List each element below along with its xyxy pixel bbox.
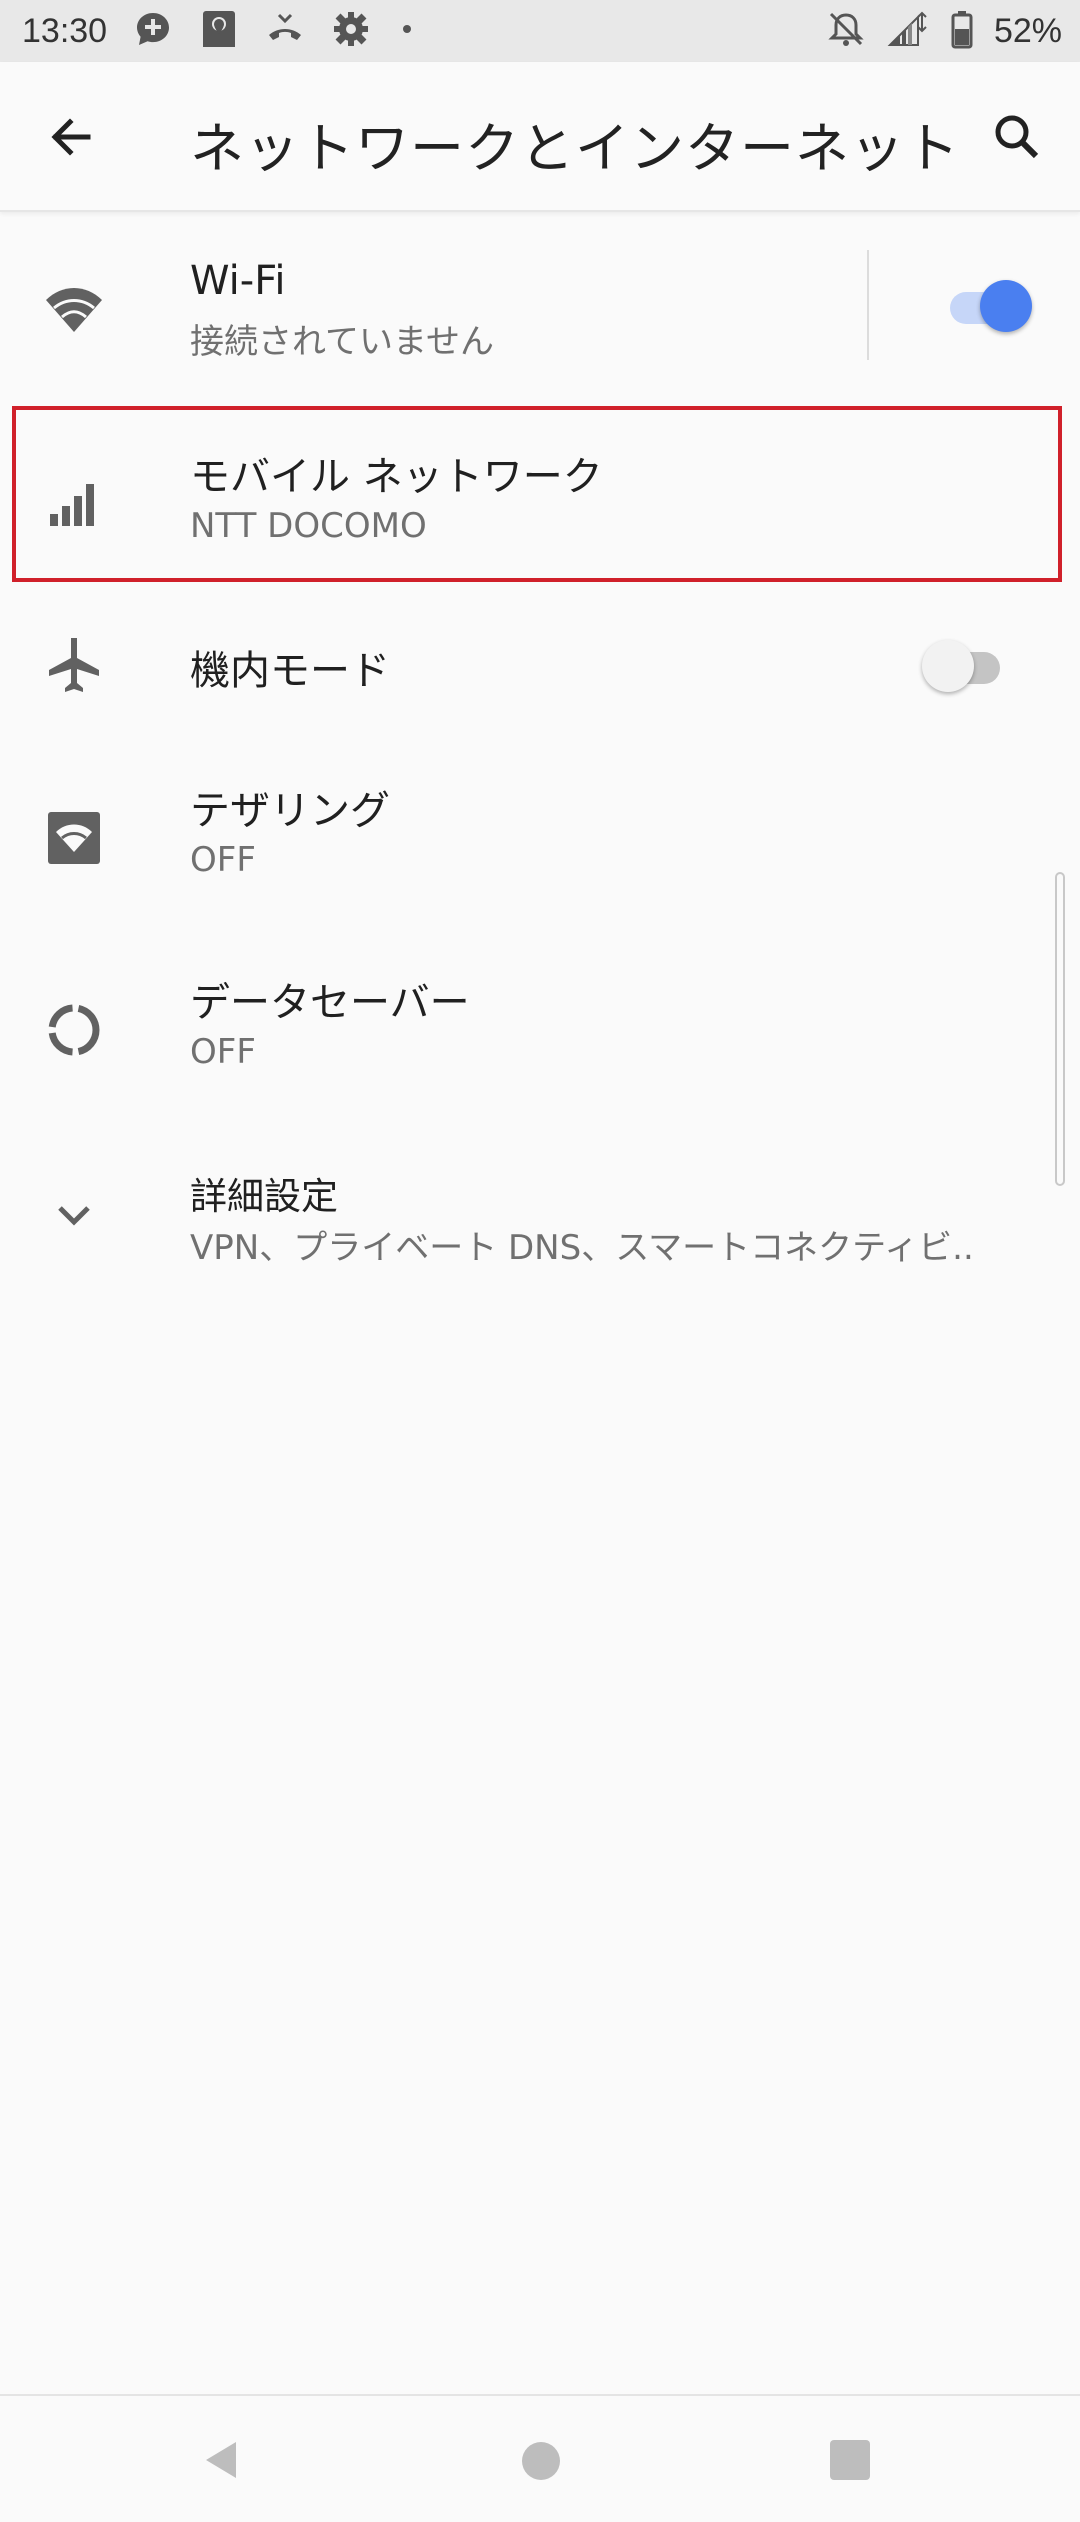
hotspot-icon	[42, 806, 106, 870]
airplane-mode-title: 機内モード	[190, 648, 390, 694]
status-bar: 13:30 52%	[0, 0, 1080, 62]
phone-hangup-icon	[265, 9, 305, 53]
page-title: ネットワークとインターネット	[190, 117, 960, 180]
map-pin-icon	[199, 9, 239, 53]
advanced-title: 詳細設定	[190, 1175, 338, 1218]
nav-home-icon[interactable]	[522, 2442, 560, 2480]
list-item-airplane-mode[interactable]: 機内モード	[0, 600, 1080, 730]
app-bar: ネットワークとインターネット	[0, 62, 1080, 212]
wifi-icon	[42, 278, 106, 342]
advanced-summary: VPN、プライベート DNS、スマートコネクティビ..	[190, 1228, 974, 1268]
tethering-title: テザリング	[190, 788, 390, 834]
search-button[interactable]	[986, 106, 1048, 168]
wifi-status: 接続されていません	[190, 322, 494, 362]
divider	[867, 250, 869, 360]
scrollbar[interactable]	[1055, 872, 1065, 1186]
status-time: 13:30	[22, 11, 108, 50]
chat-bubble-add-icon	[133, 9, 173, 53]
status-left-icons	[133, 9, 417, 53]
list-item-tethering[interactable]: テザリング OFF	[0, 760, 1080, 930]
airplane-mode-toggle[interactable]	[922, 634, 1014, 694]
nav-back-button[interactable]	[200, 2438, 244, 2486]
nav-back-icon	[206, 2442, 236, 2478]
navigation-bar	[0, 2394, 1080, 2522]
list-item-advanced[interactable]: 詳細設定 VPN、プライベート DNS、スマートコネクティビ..	[0, 1140, 1080, 1300]
notifications-off-icon	[826, 9, 866, 53]
back-arrow-icon	[51, 118, 91, 156]
highlight-box	[12, 406, 1062, 582]
dot-icon	[397, 9, 417, 53]
battery-icon	[950, 9, 974, 53]
airplane-icon	[42, 632, 106, 696]
chevron-down-icon	[42, 1184, 106, 1248]
settings-icon	[331, 9, 371, 53]
tethering-status: OFF	[190, 840, 256, 880]
nav-recent-icon[interactable]	[830, 2440, 870, 2480]
list-item-data-saver[interactable]: データセーバー OFF	[0, 952, 1080, 1122]
wifi-title: Wi-Fi	[190, 258, 286, 304]
signal-icon	[886, 9, 930, 53]
data-saver-title: データセーバー	[190, 980, 470, 1026]
battery-percent: 52%	[993, 11, 1062, 50]
data-saver-status: OFF	[190, 1032, 256, 1072]
back-button[interactable]	[40, 106, 102, 168]
status-right: 52%	[826, 0, 1062, 62]
search-icon	[995, 115, 1039, 159]
data-saver-icon	[42, 998, 106, 1062]
list-item-wifi[interactable]: Wi-Fi 接続されていません	[0, 210, 1080, 400]
wifi-toggle[interactable]	[944, 274, 1036, 334]
